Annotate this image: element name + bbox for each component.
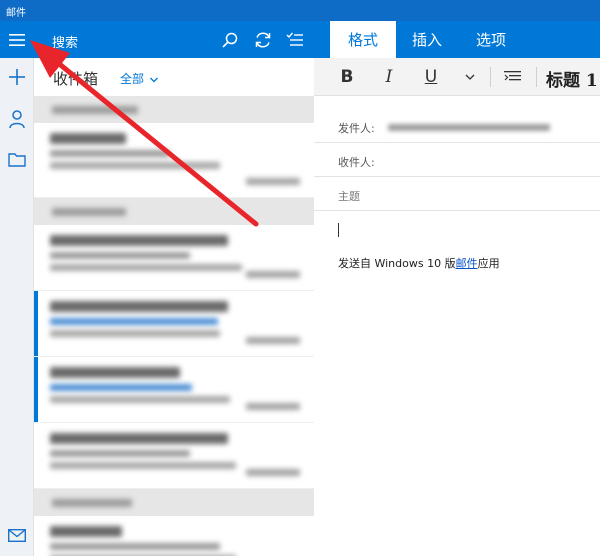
list-item[interactable] [34,423,314,489]
signature-suffix: 应用 [477,257,500,270]
hamburger-icon [9,34,25,46]
to-field[interactable]: 收件人: [314,144,600,177]
chevron-down-icon [465,74,475,80]
list-item[interactable] [34,225,314,291]
menu-button[interactable] [0,24,34,56]
from-field[interactable]: 发件人: [314,110,600,143]
tab-options[interactable]: 选项 [460,21,522,58]
list-item[interactable] [34,123,314,198]
search-button[interactable] [219,29,241,51]
filter-dropdown[interactable]: 全部 [120,70,158,87]
subject-placeholder: 主题 [338,190,360,203]
date-group-header [34,198,314,225]
list-item[interactable] [34,516,314,556]
search-icon [222,32,238,48]
window-title: 邮件 [6,8,26,19]
subject-field[interactable]: 主题 [314,178,600,211]
format-toolbar: B I U 标题 1 [314,58,600,96]
to-label: 收件人: [338,156,375,169]
list-item[interactable] [34,357,314,423]
folders-button[interactable] [0,143,34,175]
style-selector[interactable]: 标题 1 [546,66,598,91]
select-mode-icon [286,32,303,46]
sync-button[interactable] [252,29,274,51]
window-title-bar: 邮件 [0,0,600,21]
toolbar-divider [490,67,491,87]
navigation-rail [0,21,34,556]
folder-title: 收件箱 [53,70,99,88]
underline-button[interactable]: U [418,65,444,89]
selection-mode-button[interactable] [284,29,306,51]
list-item[interactable] [34,291,314,357]
search-box[interactable]: 搜索 [52,32,78,51]
mail-app-button[interactable] [0,520,34,550]
signature-prefix: 发送自 Windows 10 版 [338,257,456,270]
signature-mail-link[interactable]: 邮件 [456,257,478,270]
more-format-dropdown[interactable] [460,65,480,89]
list-header: 搜索 [34,21,314,58]
date-group-header [34,96,314,123]
message-body-signature[interactable]: 发送自 Windows 10 版邮件应用 [338,255,500,271]
toolbar-divider [536,67,537,87]
sync-icon [255,32,271,48]
tab-insert[interactable]: 插入 [396,21,458,58]
accounts-button[interactable] [0,103,34,135]
chevron-down-icon [149,77,158,83]
compose-ribbon-tabs: 格式 插入 选项 [314,21,600,58]
text-caret [338,223,339,237]
italic-button[interactable]: I [376,65,402,89]
message-list-heading: 收件箱 全部 [34,58,314,96]
person-icon [9,110,25,128]
plus-icon [9,69,25,85]
new-mail-button[interactable] [0,61,34,93]
from-address [388,124,550,131]
paragraph-format-button[interactable] [500,65,526,89]
message-list[interactable] [34,96,314,556]
folder-icon [8,152,26,167]
tab-format[interactable]: 格式 [330,21,396,58]
filter-label: 全部 [120,72,145,86]
from-label: 发件人: [338,122,375,135]
envelope-icon [8,528,26,542]
paragraph-format-icon [504,71,521,81]
date-group-header [34,489,314,516]
bold-button[interactable]: B [334,65,360,89]
